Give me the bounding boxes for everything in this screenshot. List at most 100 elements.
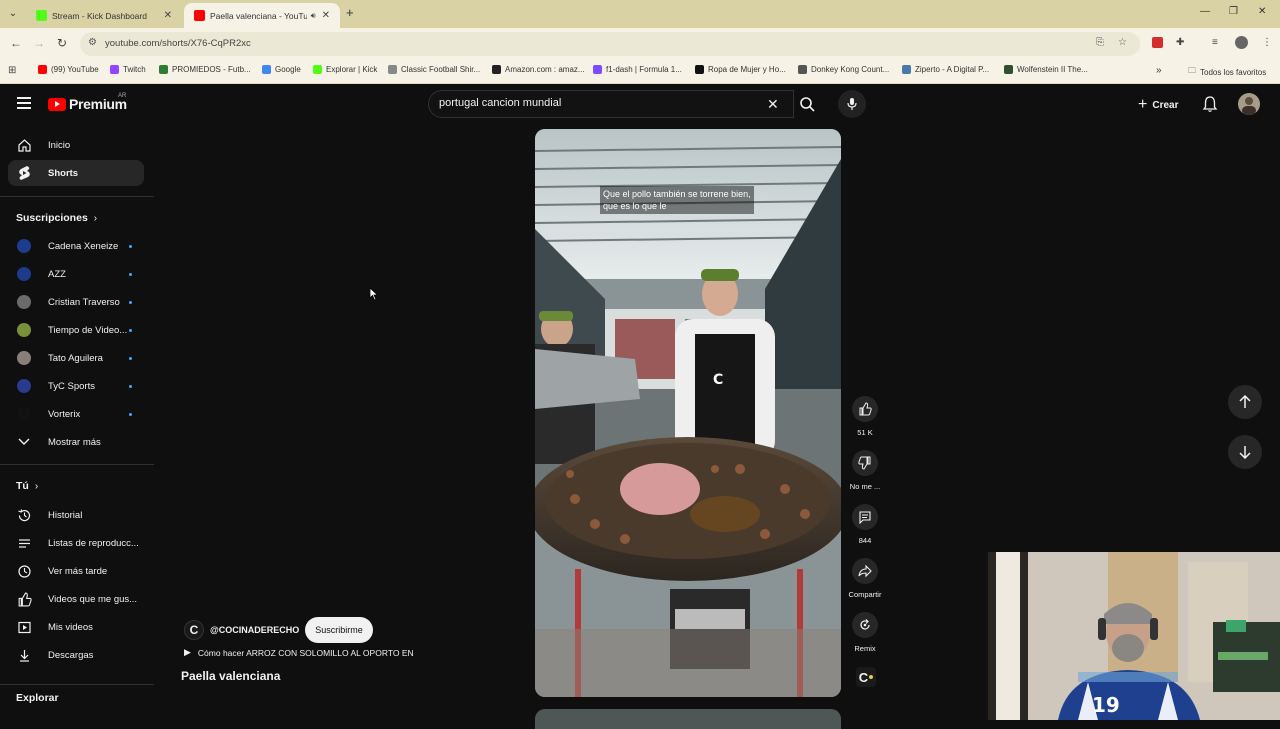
install-app-icon[interactable]: ⎘ [1096,37,1104,48]
bookmark-item[interactable]: Amazon.com : amaz... [492,65,585,74]
clear-search-icon[interactable]: ✕ [767,96,779,113]
like-button[interactable] [852,396,878,422]
bookmark-item[interactable]: Twitch [110,65,146,74]
search-button[interactable] [794,90,820,118]
menu-hamburger-icon[interactable] [17,97,31,109]
create-button[interactable]: + Crear [1138,96,1178,114]
search-box[interactable]: ✕ [428,90,794,118]
all-bookmarks-folder[interactable]: 🗀︎ Todos los favoritos [1188,65,1266,79]
media-controls-icon[interactable]: ≡ [1212,37,1218,48]
profile-avatar-icon[interactable] [1235,36,1248,49]
back-icon[interactable]: ← [10,36,22,50]
share-button[interactable] [852,558,878,584]
previous-short-button[interactable] [1228,385,1262,419]
site-info-icon[interactable]: ⚙︎ [88,37,97,48]
tab-search-chevron-icon[interactable]: ⌄ [4,5,22,23]
close-tab-icon[interactable]: ✕ [164,10,172,21]
browser-tab-kick[interactable]: Stream - Kick Dashboard ✕ [26,3,182,28]
sidebar-item-label: Vorterix [48,408,81,420]
related-video-link[interactable]: ▶ Cómo hacer ARROZ CON SOLOMILLO AL OPOR… [184,647,414,658]
tab-title: Paella valenciana - YouTube [210,10,307,21]
channel-avatar[interactable]: C [184,620,204,640]
close-window-icon[interactable]: ✕ [1258,6,1266,17]
bookmark-item[interactable]: Classic Football Shir... [388,65,480,74]
channel-handle[interactable]: @COCINADERECHO [210,625,299,635]
sidebar-item-show-more[interactable]: Mostrar más [8,429,144,455]
bookmark-item[interactable]: Explorar | Kick [313,65,377,74]
browser-tab-youtube[interactable]: Paella valenciana - YouTube 🔊︎ ✕ [184,3,340,28]
pdf-extension-icon[interactable] [1152,37,1163,48]
remix-button[interactable] [852,612,878,638]
sidebar-divider [0,464,154,465]
sidebar-subscription-item[interactable]: Cristian Traverso [8,289,144,315]
bookmark-label: Explorar | Kick [326,65,378,74]
sidebar-item-clock[interactable]: Ver más tarde [8,558,144,584]
sidebar-subscription-item[interactable]: TyC Sports [8,373,144,399]
reload-icon[interactable]: ↻ [57,36,67,50]
shorts-icon [16,165,32,181]
sidebar-item-playlist[interactable]: Listas de reproducc... [8,530,144,556]
browser-toolbar: ← → ↻ ⚙︎ youtube.com/shorts/X76-CqPR2xc … [0,28,1280,60]
bookmark-item[interactable]: PROMIEDOS - Futb... [159,65,251,74]
voice-search-button[interactable] [838,90,866,118]
apps-grid-icon[interactable]: ⊞ [8,65,16,76]
comments-button[interactable] [852,504,878,530]
bookmark-item[interactable]: Wolfenstein II The... [1004,65,1088,74]
extensions-icon[interactable]: ✚ [1176,37,1184,48]
bookmark-item[interactable]: Donkey Kong Count... [798,65,889,74]
address-bar[interactable]: ⚙︎ youtube.com/shorts/X76-CqPR2xc ⎘ ☆ [80,32,1140,56]
remix-action[interactable]: Remix [844,612,886,653]
sidebar-subscription-item[interactable]: Tato Aguilera [8,345,144,371]
you-header[interactable]: Tú › [16,480,38,492]
subscribe-button[interactable]: Suscribirme [305,617,373,643]
new-tab-icon[interactable]: + [346,5,354,20]
sidebar-subscription-item[interactable]: Cadena Xeneize [8,233,144,259]
like-action[interactable]: 51 K [844,396,886,437]
bookmark-item[interactable]: Ziperto - A Digital P... [902,65,989,74]
sidebar-item-download[interactable]: Descargas [8,642,144,668]
like-icon [16,592,32,607]
subscriptions-header[interactable]: Suscripciones › [16,212,97,224]
country-code: AR [118,93,127,99]
restore-icon[interactable]: ❐ [1229,6,1238,17]
sidebar-item-like[interactable]: Videos que me gus... [8,586,144,612]
bookmark-item[interactable]: (99) YouTube [38,65,99,74]
bookmark-item[interactable]: Google [262,65,301,74]
youtube-play-logo-icon [48,97,66,111]
search-icon [800,97,815,112]
browser-menu-icon[interactable]: ⋮ [1262,37,1272,48]
channel-avatar-small[interactable]: C [856,667,876,687]
notifications-bell-icon[interactable] [1202,95,1218,118]
bookmark-item[interactable]: f1-dash | Formula 1... [593,65,682,74]
sidebar-item-shorts[interactable]: Shorts [8,160,144,186]
sidebar-subscription-item[interactable]: Vorterix [8,401,144,427]
comments-action[interactable]: 844 [844,504,886,545]
close-tab-icon[interactable]: ✕ [322,10,330,21]
sidebar-subscription-item[interactable]: Tiempo de Video... [8,317,144,343]
sidebar-item-inicio[interactable]: Inicio [8,132,144,158]
new-content-dot [129,300,132,304]
more-bookmarks-chevron-icon[interactable]: » [1156,65,1162,76]
bookmark-item[interactable]: Ropa de Mujer y Ho... [695,65,786,74]
bookmark-label: Classic Football Shir... [401,65,481,74]
sidebar-subscription-item[interactable]: AZZ [8,261,144,287]
caption-line: que es lo que le [603,201,667,211]
url-text[interactable]: youtube.com/shorts/X76-CqPR2xc [105,38,251,49]
youtube-premium-logo[interactable]: Premium AR [48,93,127,112]
speaker-icon[interactable]: 🔊︎ [311,11,316,21]
bookmark-star-icon[interactable]: ☆ [1118,37,1127,48]
forward-icon[interactable]: → [33,36,45,50]
sidebar-item-label: Inicio [48,139,71,151]
next-short-button[interactable] [1228,435,1262,469]
sidebar-item-history[interactable]: Historial [8,502,144,528]
microphone-icon [847,98,857,110]
minimize-icon[interactable]: — [1200,6,1210,17]
account-avatar[interactable] [1238,93,1260,115]
search-input[interactable] [439,97,759,109]
dislike-button[interactable] [852,450,878,476]
sidebar-item-my-videos[interactable]: Mis videos [8,614,144,640]
next-short-preview[interactable] [535,709,841,729]
shorts-video-player[interactable]: C [535,129,841,697]
share-action[interactable]: Compartir [844,558,886,599]
dislike-action[interactable]: No me ... [844,450,886,491]
